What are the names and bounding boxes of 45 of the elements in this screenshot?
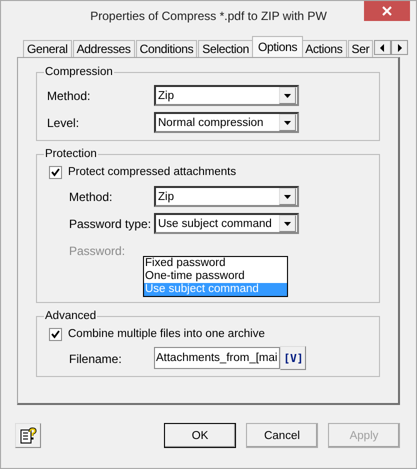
tab[interactable]: Actions xyxy=(301,40,346,57)
dialog-button[interactable]: Cancel xyxy=(246,423,318,448)
checkmark-icon xyxy=(51,330,60,338)
filename-field[interactable]: Attachments_from_[mai xyxy=(154,347,280,369)
scroll-right-button[interactable] xyxy=(391,40,408,55)
tab[interactable]: General xyxy=(23,40,72,57)
dropdown[interactable]: Zip xyxy=(154,186,299,207)
dropdown[interactable]: Normal compression xyxy=(154,112,299,133)
tab[interactable]: Selection xyxy=(198,40,253,57)
close-icon xyxy=(382,6,392,16)
help-button[interactable] xyxy=(15,423,41,448)
checkbox[interactable] xyxy=(49,328,62,340)
caret-icon xyxy=(284,194,291,198)
dropdown[interactable]: Use subject command xyxy=(154,213,299,234)
checkbox-label: Combine multiple files into one archive xyxy=(68,328,265,340)
dropdown-option[interactable]: Fixed password xyxy=(144,257,287,270)
tab[interactable]: Addresses xyxy=(72,40,135,57)
help-document-icon xyxy=(19,426,37,444)
left-triangle-icon xyxy=(380,44,386,52)
tab[interactable]: Ser xyxy=(348,40,374,57)
group-title: Protection xyxy=(44,148,98,160)
checkbox-label: Protect compressed attachments xyxy=(68,166,236,178)
field-label: Method: xyxy=(69,190,114,204)
field-label: Level: xyxy=(47,116,80,130)
field-label: Method: xyxy=(47,88,92,102)
close-button[interactable] xyxy=(364,1,410,21)
group-title: Compression xyxy=(44,66,114,78)
right-triangle-icon xyxy=(397,44,402,52)
dropdown[interactable]: Zip xyxy=(154,85,299,106)
dialog-button[interactable]: OK xyxy=(164,423,236,448)
tab[interactable]: Options xyxy=(252,36,304,57)
field-label: Password: xyxy=(69,244,126,258)
checkbox[interactable] xyxy=(49,166,62,178)
dropdown-option[interactable]: One-time password xyxy=(144,270,287,283)
field-label: Password type: xyxy=(69,216,152,230)
scroll-left-button[interactable] xyxy=(374,40,392,55)
tab[interactable]: Conditions xyxy=(136,40,198,57)
group-title: Advanced xyxy=(44,310,98,322)
caret-icon xyxy=(284,222,291,226)
caret-icon xyxy=(284,120,291,124)
field-label: Filename: xyxy=(69,352,123,366)
variable-button[interactable]: [V] xyxy=(280,346,306,370)
caret-icon xyxy=(284,94,291,98)
checkmark-icon xyxy=(51,168,60,176)
window-title: Properties of Compress *.pdf to ZIP with PW xyxy=(90,9,327,23)
